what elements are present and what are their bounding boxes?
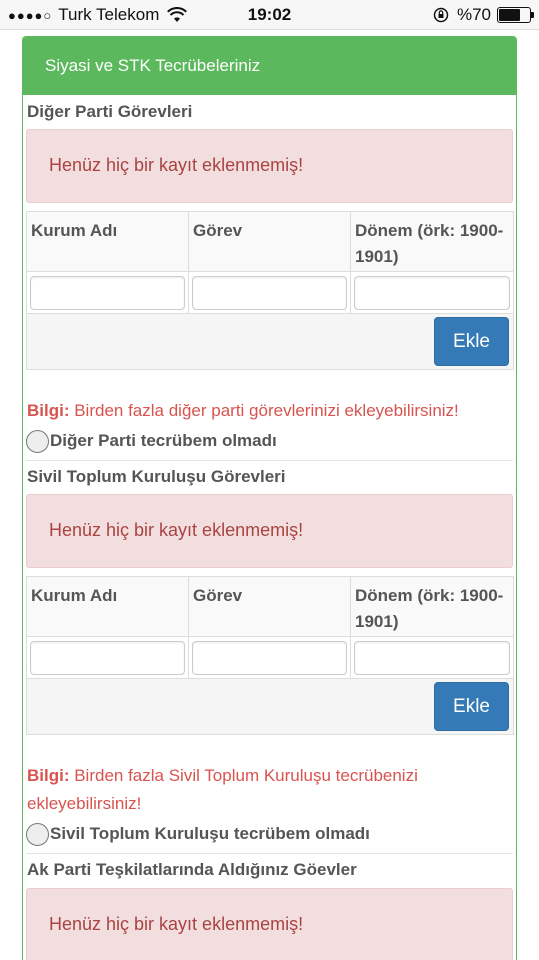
orientation-lock-icon <box>433 7 449 23</box>
no-experience-checkbox[interactable] <box>26 822 49 846</box>
status-right: %70 <box>433 5 534 25</box>
experience-panel: Siyasi ve STK Tecrübeleriniz Diğer Parti… <box>22 36 517 960</box>
info-text: Birden fazla Sivil Toplum Kuruluşu tecrü… <box>27 766 418 813</box>
status-bar: ●●●●○ Turk Telekom 19:02 %70 <box>0 0 539 30</box>
period-input[interactable] <box>354 640 510 675</box>
panel-body: Diğer Parti Görevleri Henüz hiç bir kayı… <box>23 95 516 960</box>
role-input[interactable] <box>192 640 347 675</box>
add-button[interactable]: Ekle <box>434 317 509 366</box>
column-header-role: Görev <box>188 211 351 272</box>
column-header-institution: Kurum Adı <box>26 576 189 637</box>
column-header-period: Dönem (örk: 1900-1901) <box>350 576 514 637</box>
institution-input[interactable] <box>30 640 185 675</box>
no-experience-checkbox-row[interactable]: Diğer Parti tecrübem olmadı <box>26 428 513 454</box>
section-other-party: Diğer Parti Görevleri Henüz hiç bir kayı… <box>26 95 514 461</box>
institution-cell <box>26 636 189 679</box>
no-experience-checkbox-row[interactable]: Sivil Toplum Kuruluşu tecrübem olmadı <box>26 821 513 847</box>
info-text: Birden fazla diğer parti görevlerinizi e… <box>69 401 459 420</box>
entry-table: Kurum Adı Görev Dönem (örk: 1900-1901) E… <box>26 211 514 370</box>
battery-level <box>499 9 520 21</box>
role-input[interactable] <box>192 275 347 310</box>
empty-records-alert: Henüz hiç bir kayıt eklenmemiş! <box>26 129 513 203</box>
period-cell <box>350 271 514 314</box>
entry-table: Kurum Adı Görev Dönem (örk: 1900-1901) E… <box>26 576 514 735</box>
institution-cell <box>26 271 189 314</box>
no-experience-checkbox[interactable] <box>26 429 49 453</box>
period-input[interactable] <box>354 275 510 310</box>
info-label: Bilgi: <box>27 401 70 420</box>
column-header-role: Görev <box>188 576 351 637</box>
column-header-period: Dönem (örk: 1900-1901) <box>350 211 514 272</box>
empty-records-alert: Henüz hiç bir kayıt eklenmemiş! <box>26 494 513 568</box>
checkbox-label: Diğer Parti tecrübem olmadı <box>50 431 277 450</box>
section-title: Diğer Parti Görevleri <box>27 102 193 121</box>
role-cell <box>188 271 351 314</box>
empty-records-alert: Henüz hiç bir kayıt eklenmemiş! <box>26 888 513 960</box>
info-message: Bilgi: Birden fazla Sivil Toplum Kuruluş… <box>26 762 513 818</box>
info-label: Bilgi: <box>27 766 70 785</box>
checkbox-label: Sivil Toplum Kuruluşu tecrübem olmadı <box>50 824 370 843</box>
add-row: Ekle <box>26 678 514 735</box>
info-message: Bilgi: Birden fazla diğer parti görevler… <box>26 397 513 425</box>
institution-input[interactable] <box>30 275 185 310</box>
add-button[interactable]: Ekle <box>434 682 509 731</box>
role-cell <box>188 636 351 679</box>
section-title: Ak Parti Teşkilatlarında Aldığınız Göevl… <box>27 860 357 879</box>
column-header-institution: Kurum Adı <box>26 211 189 272</box>
battery-icon <box>497 7 534 23</box>
battery-percentage: %70 <box>456 5 491 24</box>
period-cell <box>350 636 514 679</box>
section-ak-party: Ak Parti Teşkilatlarında Aldığınız Göevl… <box>26 854 513 960</box>
section-ngo: Sivil Toplum Kuruluşu Görevleri Henüz hi… <box>26 461 514 854</box>
section-title: Sivil Toplum Kuruluşu Görevleri <box>27 467 286 486</box>
panel-title: Siyasi ve STK Tecrübeleriniz <box>23 37 516 95</box>
add-row: Ekle <box>26 313 514 370</box>
